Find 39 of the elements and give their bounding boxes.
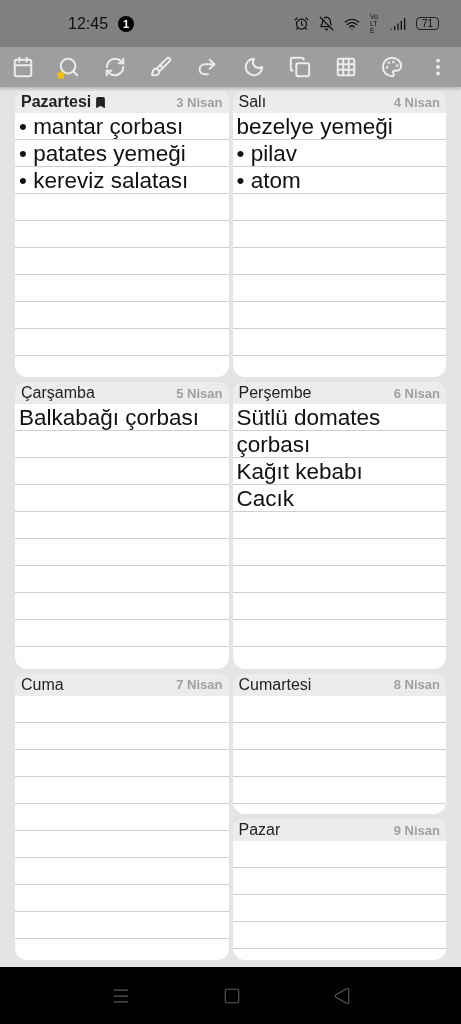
day-date: 3 Nisan <box>176 94 223 110</box>
meal-entry: Sütlü domates çorbası <box>236 404 382 459</box>
day-date: 4 Nisan <box>393 94 440 110</box>
day-card[interactable]: Cuma 7 Nisan <box>15 673 229 960</box>
day-name: Çarşamba <box>21 384 95 403</box>
day-name: Salı <box>238 93 267 111</box>
day-date: 5 Nisan <box>176 385 223 401</box>
day-card[interactable]: Salı 4 Nisan bezelye yemeği • pilav • atom <box>232 91 446 378</box>
muted-bell-icon <box>318 16 334 31</box>
day-name: Pazartesi <box>21 93 92 111</box>
meal-entry: • mantar çorbası <box>19 113 185 140</box>
day-date: 8 Nisan <box>393 677 440 693</box>
day-card[interactable]: Pazartesi 3 Nisan • mantar çorbası • patates yemeği • kereviz salatası <box>15 91 229 378</box>
day-card[interactable]: Çarşamba 5 Nisan Balkabağı çorbası <box>15 382 229 669</box>
clock-time: 12:45 <box>68 14 109 33</box>
day-date: 7 Nisan <box>176 677 223 693</box>
signal-icon <box>389 15 406 32</box>
home-icon[interactable] <box>222 986 241 1005</box>
day-name: Cuma <box>21 675 64 694</box>
alarm-icon <box>293 16 309 31</box>
meal-entry: Balkabağı çorbası <box>19 404 201 432</box>
meal-entry: Kağıt kebabı <box>236 458 364 486</box>
meal-entry: • kereviz salatası <box>19 167 190 194</box>
back-icon[interactable] <box>332 986 351 1005</box>
day-card[interactable]: Perşembe 6 Nisan Sütlü domates çorbası Kağıt kebabı Cacık <box>232 382 446 669</box>
meal-entry: bezelye yemeği <box>236 113 394 140</box>
day-date: 9 Nisan <box>393 822 440 838</box>
day-name: Perşembe <box>238 384 312 403</box>
notification-badge: 1 <box>118 15 135 32</box>
day-date: 6 Nisan <box>393 385 440 401</box>
meal-entry: • patates yemeği <box>19 140 187 167</box>
day-card[interactable]: Cumartesi 8 Nisan <box>232 673 446 815</box>
battery-level: 71 <box>415 17 439 30</box>
meal-entry: • pilav <box>236 140 298 167</box>
day-name: Pazar <box>238 821 281 840</box>
day-card[interactable]: Pazar 9 Nisan <box>232 819 446 960</box>
meal-entry: • atom <box>236 167 302 194</box>
day-name: Cumartesi <box>238 675 312 694</box>
meal-entry: Cacık <box>236 485 295 513</box>
